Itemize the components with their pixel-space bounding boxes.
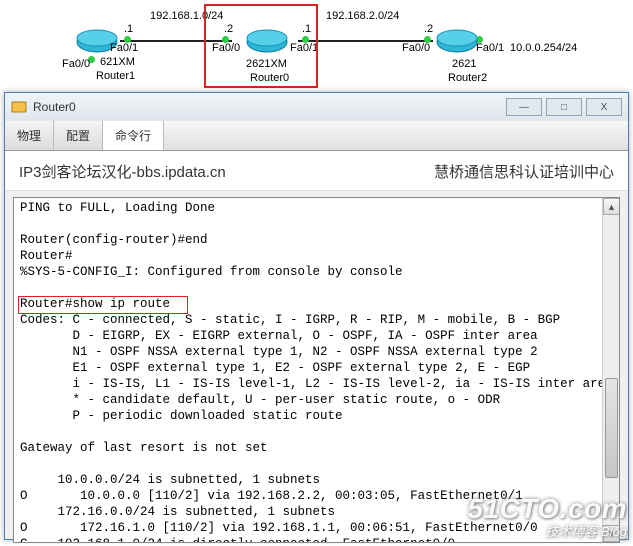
router-window: Router0 — □ X 物理 配置 命令行 IP3剑客论坛汉化-bbs.ip… (4, 92, 629, 540)
tab-config[interactable]: 配置 (54, 121, 103, 150)
port-label: Fa0/1 (110, 42, 138, 54)
minimize-button[interactable]: — (506, 98, 542, 116)
window-title: Router0 (33, 100, 502, 114)
headline-right: 慧桥通信思科认证培训中心 (434, 161, 614, 182)
router-icon[interactable] (436, 28, 478, 59)
titlebar[interactable]: Router0 — □ X (5, 93, 628, 121)
tab-bar: 物理 配置 命令行 (5, 121, 628, 151)
maximize-button[interactable]: □ (546, 98, 582, 116)
scroll-thumb[interactable] (605, 378, 618, 478)
scroll-up-button[interactable]: ▲ (603, 198, 620, 215)
tab-cli[interactable]: 命令行 (103, 121, 164, 150)
watermark: 51CTO.com 技术博客 Blog (467, 493, 627, 540)
router-label: Router2 (448, 72, 487, 84)
tab-physical[interactable]: 物理 (5, 121, 54, 150)
port-label: Fa0/1 (476, 42, 504, 54)
router-label: Router1 (96, 70, 135, 82)
terminal-scrollbar[interactable]: ▲ ▼ (602, 198, 619, 542)
endpoint-label: .2 (424, 23, 433, 35)
router-model: 621XM (100, 56, 135, 68)
command-highlight (18, 296, 188, 314)
terminal-output[interactable]: PING to FULL, Loading Done Router(config… (14, 198, 619, 543)
close-button[interactable]: X (586, 98, 622, 116)
topology-canvas: 192.168.1.0/24 192.168.2.0/24 .1 .2 .1 .… (0, 0, 633, 88)
endpoint-label: .1 (124, 23, 133, 35)
ip-label: 10.0.0.254/24 (510, 42, 577, 54)
router-model: 2621 (452, 58, 476, 70)
selection-highlight (204, 4, 318, 88)
headline-bar: IP3剑客论坛汉化-bbs.ipdata.cn 慧桥通信思科认证培训中心 (5, 151, 628, 191)
window-icon (11, 99, 27, 115)
subnet-label: 192.168.2.0/24 (326, 10, 399, 22)
terminal-pane[interactable]: PING to FULL, Loading Done Router(config… (13, 197, 620, 543)
headline-left: IP3剑客论坛汉化-bbs.ipdata.cn (19, 161, 226, 182)
port-label: Fa0/0 (402, 42, 430, 54)
port-label: Fa0/0 (62, 58, 90, 70)
